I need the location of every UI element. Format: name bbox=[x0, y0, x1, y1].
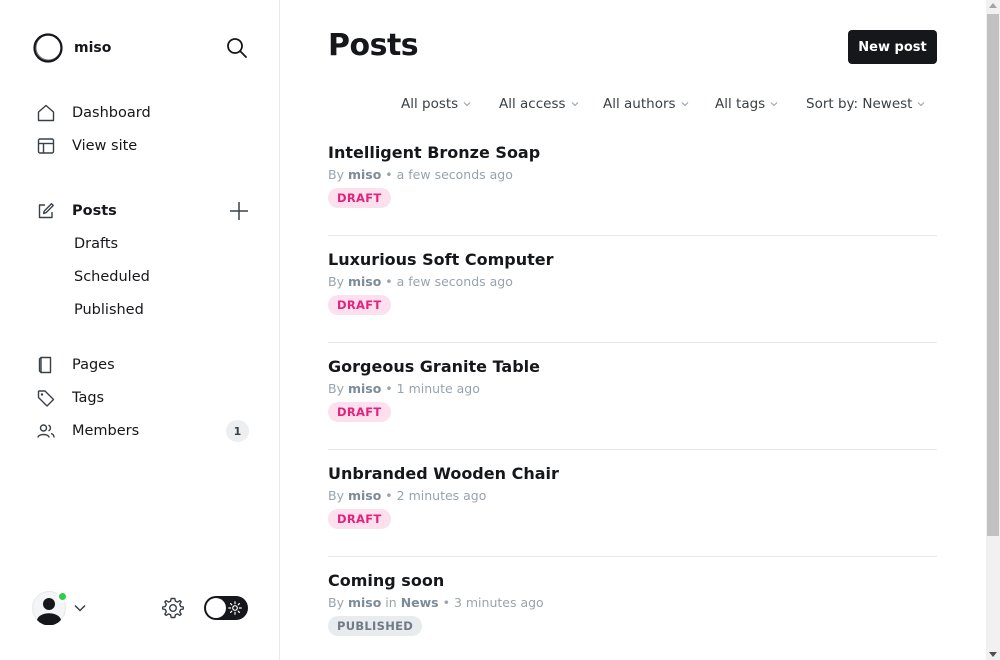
theme-toggle[interactable] bbox=[204, 596, 248, 620]
scrollbar[interactable] bbox=[986, 0, 1000, 660]
add-post-icon[interactable] bbox=[228, 200, 250, 222]
main-content: Posts New post All posts All access All … bbox=[280, 0, 986, 660]
page-title: Posts bbox=[328, 28, 419, 63]
chevron-down-icon bbox=[770, 102, 778, 107]
nav-dashboard[interactable]: Dashboard bbox=[36, 101, 151, 125]
post-time: • 3 minutes ago bbox=[442, 595, 544, 610]
nav-published[interactable]: Published bbox=[74, 299, 144, 321]
chevron-down-icon bbox=[571, 102, 578, 107]
nav-members-label: Members bbox=[72, 423, 140, 439]
filter-sort[interactable]: Sort by: Newest bbox=[806, 95, 925, 113]
tag-icon bbox=[36, 388, 56, 408]
post-list-item[interactable]: Gorgeous Granite Table By miso • 1 minut… bbox=[328, 343, 937, 450]
online-status-dot bbox=[57, 591, 68, 602]
search-icon[interactable] bbox=[224, 35, 250, 61]
sidebar: miso Dashboard View site Posts Drafts Sc… bbox=[0, 0, 280, 660]
post-meta: By miso • a few seconds ago bbox=[328, 274, 513, 289]
status-badge: DRAFT bbox=[328, 509, 391, 529]
post-time: • a few seconds ago bbox=[385, 167, 513, 182]
filter-tags-label: All tags bbox=[715, 96, 766, 112]
post-author: miso bbox=[347, 381, 382, 396]
post-title: Unbranded Wooden Chair bbox=[328, 464, 559, 483]
post-by: By bbox=[328, 274, 344, 289]
post-meta: By miso in News • 3 minutes ago bbox=[328, 595, 544, 610]
nav-posts-label: Posts bbox=[72, 203, 117, 219]
nav-view-site-label: View site bbox=[72, 138, 138, 154]
nav-pages[interactable]: Pages bbox=[36, 353, 115, 377]
status-badge: DRAFT bbox=[328, 295, 391, 315]
post-meta: By miso • 2 minutes ago bbox=[328, 488, 486, 503]
post-list-item[interactable]: Intelligent Bronze Soap By miso • a few … bbox=[328, 129, 937, 236]
nav-dashboard-label: Dashboard bbox=[72, 105, 151, 121]
status-badge: DRAFT bbox=[328, 188, 391, 208]
post-author: miso bbox=[347, 488, 382, 503]
nav-view-site[interactable]: View site bbox=[36, 134, 137, 158]
scroll-down-arrow-icon[interactable] bbox=[989, 652, 997, 657]
filter-tags[interactable]: All tags bbox=[715, 95, 778, 113]
status-badge: PUBLISHED bbox=[328, 616, 423, 636]
scrollbar-thumb[interactable] bbox=[987, 14, 999, 536]
nav-tags-label: Tags bbox=[72, 390, 105, 406]
post-meta: By miso • a few seconds ago bbox=[328, 167, 513, 182]
brand[interactable]: miso bbox=[32, 32, 111, 64]
filter-access-label: All access bbox=[499, 96, 566, 112]
site-name: miso bbox=[74, 40, 112, 56]
post-author: miso bbox=[347, 274, 382, 289]
chevron-down-icon[interactable] bbox=[73, 601, 87, 615]
sun-icon bbox=[228, 601, 242, 615]
post-list-item[interactable]: Luxurious Soft Computer By miso • a few … bbox=[328, 236, 937, 343]
chevron-down-icon bbox=[463, 102, 471, 107]
status-badge: DRAFT bbox=[328, 402, 391, 422]
nav-tags[interactable]: Tags bbox=[36, 386, 104, 410]
members-count-badge: 1 bbox=[226, 420, 249, 442]
layout-icon bbox=[36, 136, 56, 156]
filter-authors-label: All authors bbox=[603, 96, 676, 112]
filter-post-type[interactable]: All posts bbox=[401, 95, 471, 113]
chevron-down-icon bbox=[918, 102, 925, 107]
post-title: Intelligent Bronze Soap bbox=[328, 143, 541, 162]
chevron-down-icon bbox=[681, 102, 688, 107]
post-primary-tag: News bbox=[400, 595, 439, 610]
post-in: in bbox=[385, 595, 397, 610]
filter-access[interactable]: All access bbox=[499, 95, 579, 113]
new-post-button[interactable]: New post bbox=[848, 30, 937, 64]
post-title: Gorgeous Granite Table bbox=[328, 357, 540, 376]
scroll-up-arrow-icon[interactable] bbox=[989, 3, 997, 8]
post-time: • 2 minutes ago bbox=[385, 488, 487, 503]
post-by: By bbox=[328, 167, 344, 182]
post-list-item[interactable]: Unbranded Wooden Chair By miso • 2 minut… bbox=[328, 450, 937, 557]
post-title: Luxurious Soft Computer bbox=[328, 250, 554, 269]
filter-authors[interactable]: All authors bbox=[603, 95, 689, 113]
filter-sort-label: Sort by: Newest bbox=[806, 96, 913, 112]
post-author: miso bbox=[347, 167, 382, 182]
nav-drafts[interactable]: Drafts bbox=[74, 233, 118, 255]
house-icon bbox=[36, 103, 56, 123]
post-time: • a few seconds ago bbox=[385, 274, 513, 289]
page-icon bbox=[36, 355, 56, 375]
post-time: • 1 minute ago bbox=[385, 381, 480, 396]
post-by: By bbox=[328, 595, 344, 610]
post-by: By bbox=[328, 488, 344, 503]
toggle-knob bbox=[206, 598, 226, 618]
filter-post-type-label: All posts bbox=[401, 96, 459, 112]
gear-icon[interactable] bbox=[161, 596, 185, 620]
site-logo-icon bbox=[33, 33, 63, 63]
post-title: Coming soon bbox=[328, 571, 445, 590]
post-by: By bbox=[328, 381, 344, 396]
nav-posts[interactable]: Posts bbox=[36, 199, 117, 223]
nav-pages-label: Pages bbox=[72, 357, 115, 373]
post-author: miso bbox=[347, 595, 382, 610]
nav-scheduled[interactable]: Scheduled bbox=[74, 266, 150, 288]
nav-members[interactable]: Members bbox=[36, 419, 139, 443]
users-icon bbox=[36, 421, 56, 441]
pencil-square-icon bbox=[36, 201, 56, 221]
post-meta: By miso • 1 minute ago bbox=[328, 381, 480, 396]
post-list-item[interactable]: Coming soon By miso in News • 3 minutes … bbox=[328, 557, 937, 660]
